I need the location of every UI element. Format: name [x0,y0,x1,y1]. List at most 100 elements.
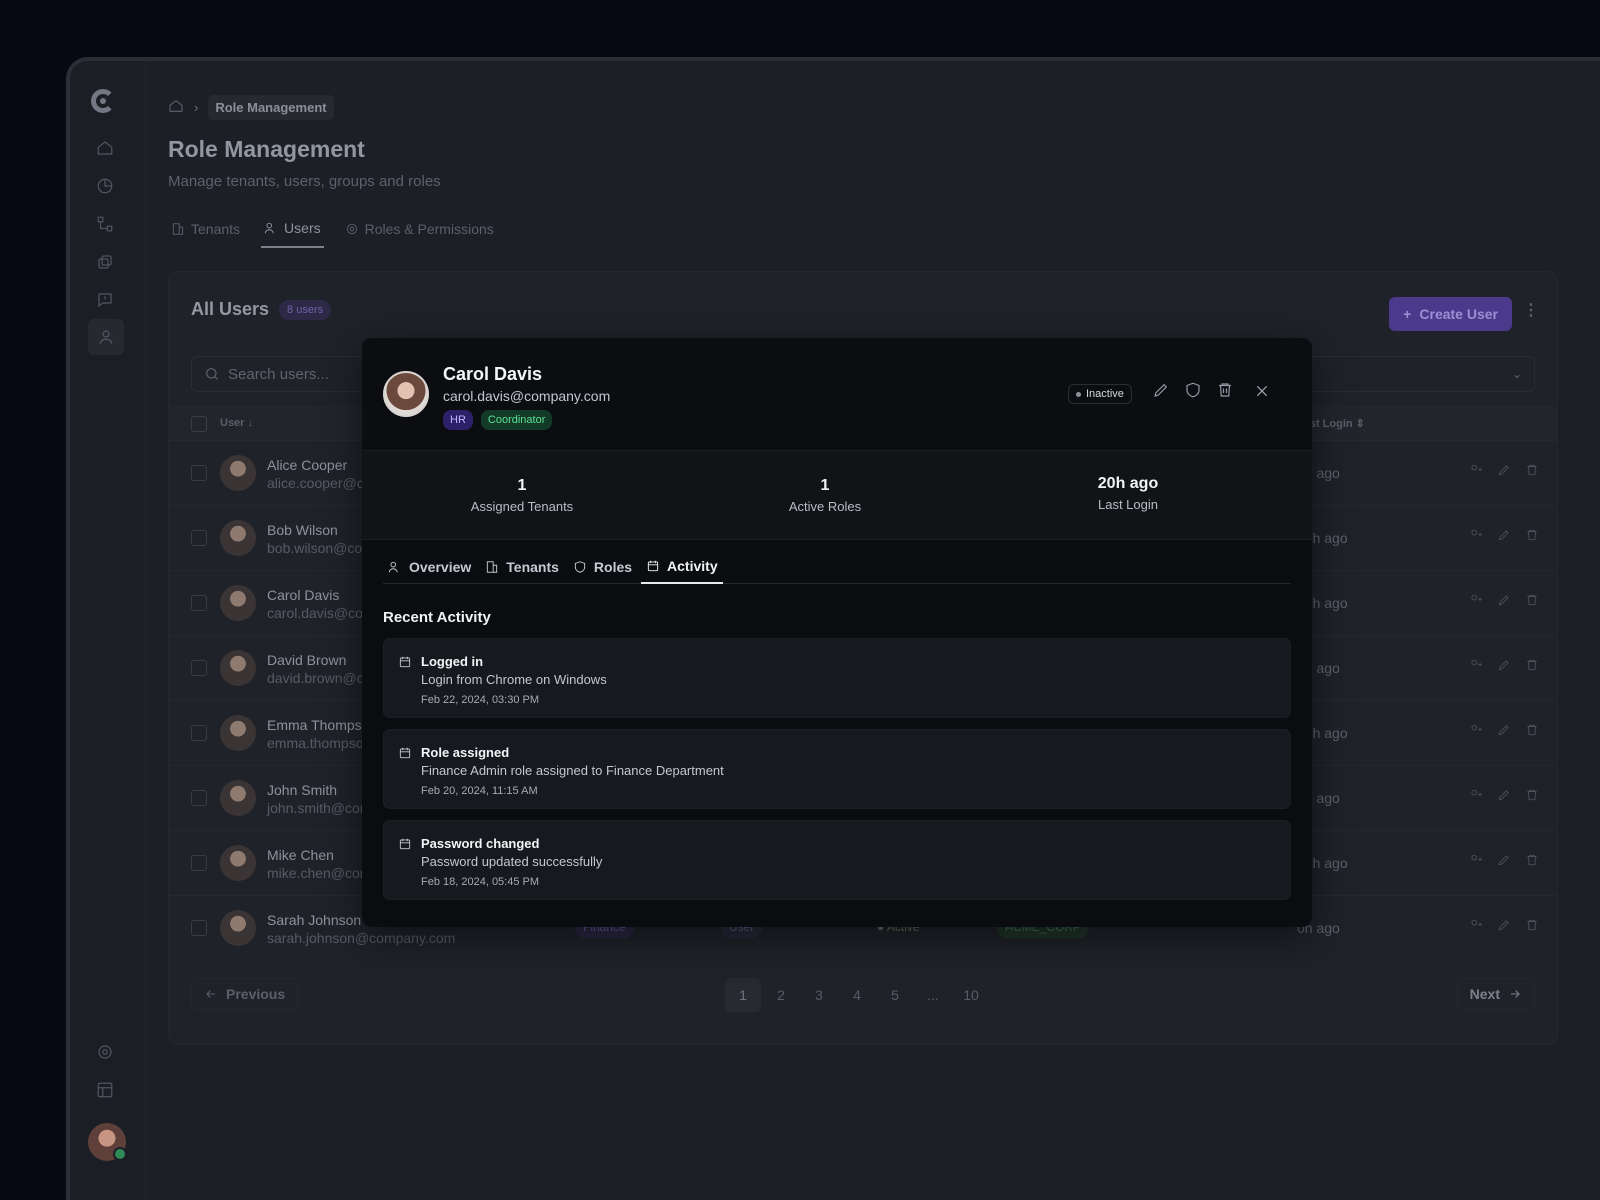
avatar [220,520,256,556]
user-plus-icon[interactable] [1469,528,1483,542]
tab-overview[interactable]: Overview [383,550,476,584]
activity-title: Role assigned [421,745,510,760]
chevron-down-icon: ⌄ [1511,367,1522,381]
page-button[interactable]: 1 [725,978,761,1012]
user-plus-icon[interactable] [1469,723,1483,737]
activity-description: Finance Admin role assigned to Finance D… [421,763,724,778]
more-options-icon[interactable]: ⋮ [1523,300,1539,320]
shield-icon[interactable] [1184,381,1202,399]
row-checkbox[interactable] [191,725,207,741]
trash-icon[interactable] [1525,853,1539,867]
trash-icon[interactable] [1525,658,1539,672]
user-plus-icon[interactable] [1469,658,1483,672]
edit-icon[interactable] [1497,918,1511,932]
create-user-button[interactable]: + Create User [1389,297,1512,331]
page-ellipsis: ... [927,987,939,1003]
user-email: alice.cooper@c [267,475,364,491]
tab-tenants[interactable]: Tenants [480,550,564,584]
page-button[interactable]: 3 [801,978,837,1012]
user-plus-icon[interactable] [1469,853,1483,867]
tab-tenants[interactable]: Tenants [168,216,243,248]
modal-user-email: carol.davis@company.com [443,388,611,404]
activity-title: Password changed [421,836,540,851]
row-checkbox[interactable] [191,855,207,871]
column-header-user[interactable]: User ↓ [220,417,253,429]
hierarchy-icon[interactable] [94,213,116,235]
row-checkbox[interactable] [191,660,207,676]
page-button[interactable]: 4 [839,978,875,1012]
filter-select[interactable]: ⌄ [1275,356,1535,392]
edit-icon[interactable] [1497,463,1511,477]
user-plus-icon[interactable] [1469,788,1483,802]
trash-icon[interactable] [1525,788,1539,802]
trash-icon[interactable] [1525,528,1539,542]
message-alert-icon[interactable] [94,289,116,311]
row-checkbox[interactable] [191,790,207,806]
search-icon [206,368,218,380]
tab-activity[interactable]: Activity [641,550,723,584]
copy-icon[interactable] [94,251,116,273]
trash-icon[interactable] [1525,723,1539,737]
settings-icon[interactable] [94,1041,116,1063]
page-button[interactable]: 2 [763,978,799,1012]
gear-icon [346,223,357,235]
home-icon[interactable] [168,98,184,117]
page-button[interactable]: 10 [953,978,989,1012]
calendar-icon [398,655,412,674]
stat-last-login: 20h ago Last Login [1097,475,1159,512]
next-page-button[interactable]: Next [1456,978,1535,1010]
modal-actions [1152,381,1234,399]
user-stats: 1 Assigned Tenants 1 Active Roles 20h ago L… [362,451,1312,540]
user-icon[interactable] [88,319,124,355]
trash-icon[interactable] [1525,918,1539,932]
tab-label: Tenants [191,221,241,237]
edit-icon[interactable] [1497,788,1511,802]
select-all-checkbox[interactable] [191,416,207,432]
trash-icon[interactable] [1216,381,1234,399]
avatar[interactable] [88,1123,127,1161]
modal-user-name: Carol Davis [443,364,543,384]
card-title-text: All Users [191,299,270,319]
user-email: john.smith@com [267,800,372,816]
user-email: sarah.johnson@company.com [267,930,456,946]
edit-icon[interactable] [1497,658,1511,672]
row-checkbox[interactable] [191,465,207,481]
user-email: carol.davis@co [267,605,363,621]
user-email: bob.wilson@co [267,540,363,556]
logo-icon[interactable] [91,89,115,113]
edit-icon[interactable] [1497,528,1511,542]
edit-icon[interactable] [1497,723,1511,737]
activity-timestamp: Feb 18, 2024, 05:45 PM [421,876,540,888]
edit-icon[interactable] [1152,381,1170,399]
tab-label: Roles & Permissions [364,221,494,237]
card-title: All Users 8 users [191,299,332,320]
page-title: Role Management [168,136,365,162]
user-plus-icon[interactable] [1469,593,1483,607]
close-icon[interactable] [1254,383,1270,404]
home-icon[interactable] [94,137,116,159]
department-badge: HR [443,410,473,430]
user-plus-icon[interactable] [1469,918,1483,932]
row-checkbox[interactable] [191,595,207,611]
previous-page-button[interactable]: Previous [191,978,299,1010]
users-icon [264,222,274,234]
page-button[interactable]: 5 [877,978,913,1012]
tab-users[interactable]: Users [261,216,324,248]
trash-icon[interactable] [1525,463,1539,477]
edit-icon[interactable] [1497,593,1511,607]
row-checkbox[interactable] [191,920,207,936]
breadcrumb: › Role Management [168,95,334,120]
page-numbers: 1 2 3 4 5 ... 10 [725,978,989,1012]
user-name: John Smith [267,782,338,798]
row-checkbox[interactable] [191,530,207,546]
tab-roles[interactable]: Roles [568,550,637,584]
edit-icon[interactable] [1497,853,1511,867]
trash-icon[interactable] [1525,593,1539,607]
layout-icon[interactable] [94,1079,116,1101]
breadcrumb-current[interactable]: Role Management [208,95,334,120]
activity-timestamp: Feb 20, 2024, 11:15 AM [421,785,538,797]
tab-roles-permissions[interactable]: Roles & Permissions [342,216,497,248]
building-icon [172,223,184,235]
chart-pie-icon[interactable] [94,175,116,197]
user-plus-icon[interactable] [1469,463,1483,477]
